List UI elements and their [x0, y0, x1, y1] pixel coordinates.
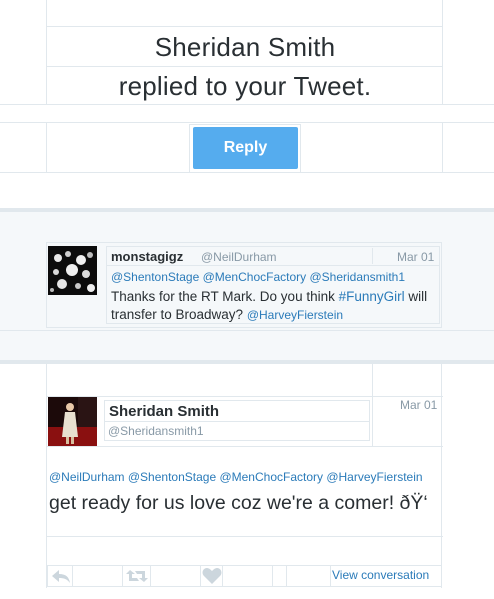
quoted-author-handle[interactable]: @NeilDurham — [201, 250, 277, 264]
hashtag-link[interactable]: #FunnyGirl — [339, 289, 405, 304]
reply-button[interactable]: Reply — [193, 127, 298, 169]
retweet-icon[interactable] — [125, 567, 148, 585]
avatar-sheridan-smith[interactable] — [48, 397, 97, 446]
header-frame-right — [442, 0, 443, 104]
reply-date-divider — [372, 364, 373, 446]
action-divider-8 — [330, 566, 331, 586]
quoted-tweet-date[interactable]: Mar 01 — [397, 250, 434, 264]
quoted-tweet-text: Thanks for the RT Mark. Do you think #Fu… — [111, 288, 441, 324]
button-row-top-line — [0, 122, 494, 123]
reply-tweet-text: get ready for us love coz we're a comer!… — [49, 492, 428, 514]
quoted-band-inner-line — [0, 330, 494, 331]
avatar-monstagigz[interactable] — [48, 246, 97, 295]
action-divider-2 — [122, 566, 123, 586]
reply-tweet-date[interactable]: Mar 01 — [400, 398, 437, 412]
mention-link[interactable]: @HarveyFierstein — [247, 308, 343, 322]
header-divider-mid — [46, 66, 443, 67]
action-divider-4 — [200, 566, 201, 586]
action-divider-6 — [272, 566, 273, 586]
reply-body-bottom-line — [46, 536, 443, 537]
action-divider-1 — [72, 566, 73, 586]
header-divider-bottom — [0, 104, 494, 105]
quoted-header-divider — [107, 265, 439, 266]
notification-title-name: Sheridan Smith — [154, 32, 336, 62]
header-frame-left — [46, 0, 47, 104]
quoted-author-name[interactable]: monstagigz — [111, 249, 183, 264]
reply-icon[interactable] — [50, 567, 72, 585]
header-divider-top — [46, 26, 443, 27]
heart-icon[interactable] — [202, 567, 224, 585]
reply-mentions[interactable]: @NeilDurham @ShentonStage @MenChocFactor… — [49, 470, 423, 484]
action-divider-3 — [150, 566, 151, 586]
reply-header-bottom-line — [46, 446, 443, 447]
view-conversation-link[interactable]: View conversation — [332, 568, 429, 582]
button-row-left-line — [46, 122, 47, 172]
quoted-mentions[interactable]: @ShentonStage @MenChocFactory @Sheridans… — [111, 270, 405, 284]
reply-author-handle[interactable]: @Sheridansmith1 — [108, 424, 204, 438]
notification-title-action: replied to your Tweet. — [118, 71, 372, 101]
reply-author-name[interactable]: Sheridan Smith — [109, 403, 219, 420]
button-row-right-line — [442, 122, 443, 172]
action-divider-7 — [286, 566, 287, 586]
quoted-text-part1: Thanks for the RT Mark. Do you think — [111, 289, 339, 304]
reply-top-line — [46, 396, 443, 397]
